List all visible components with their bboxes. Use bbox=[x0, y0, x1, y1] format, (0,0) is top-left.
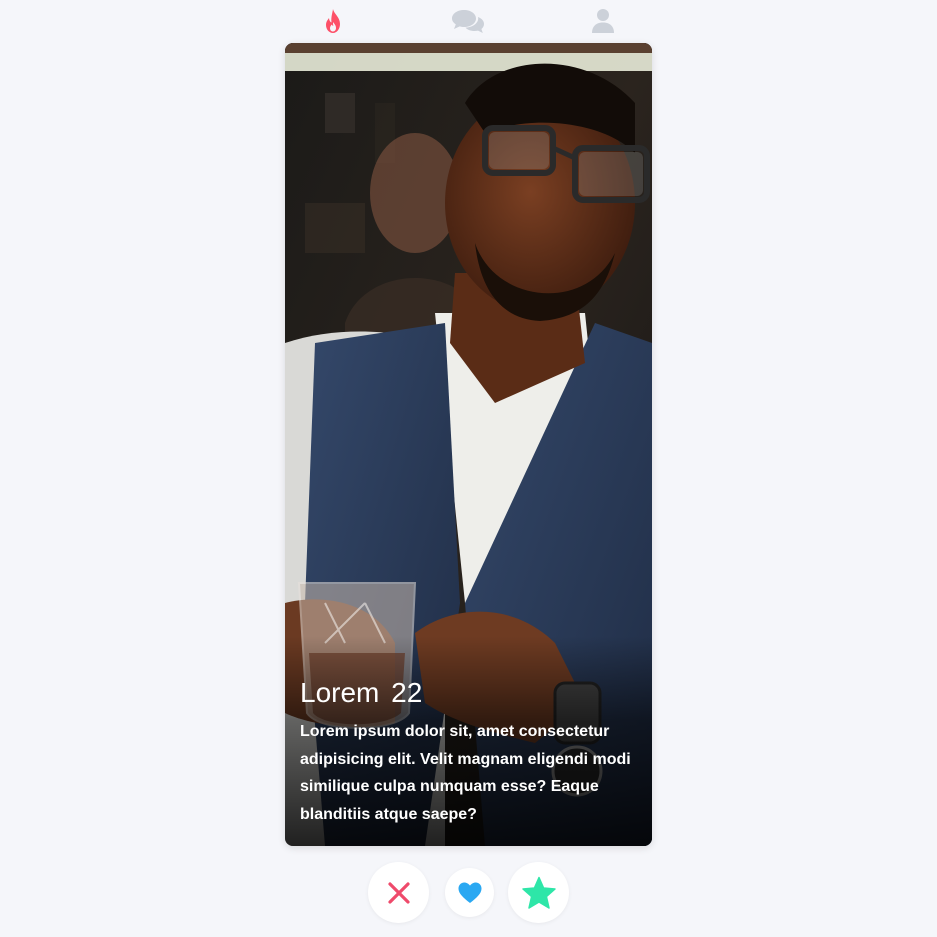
profile-name-age: Lorem 22 bbox=[300, 676, 637, 710]
flame-icon[interactable] bbox=[318, 6, 348, 36]
action-bar bbox=[0, 860, 937, 923]
top-nav bbox=[0, 0, 937, 42]
super-like-button[interactable] bbox=[508, 862, 569, 923]
star-icon bbox=[521, 876, 556, 909]
profile-card[interactable]: Lorem 22 Lorem ipsum dolor sit, amet con… bbox=[285, 43, 652, 846]
card-info: Lorem 22 Lorem ipsum dolor sit, amet con… bbox=[285, 636, 652, 846]
x-icon bbox=[387, 881, 410, 904]
dislike-button[interactable] bbox=[368, 862, 429, 923]
like-button[interactable] bbox=[445, 868, 494, 917]
profile-name: Lorem bbox=[300, 677, 380, 708]
profile-age: 22 bbox=[391, 677, 423, 708]
profile-bio: Lorem ipsum dolor sit, amet consectetur … bbox=[300, 723, 631, 823]
heart-icon bbox=[458, 882, 481, 903]
chat-icon[interactable] bbox=[450, 6, 486, 36]
user-icon[interactable] bbox=[588, 6, 618, 36]
